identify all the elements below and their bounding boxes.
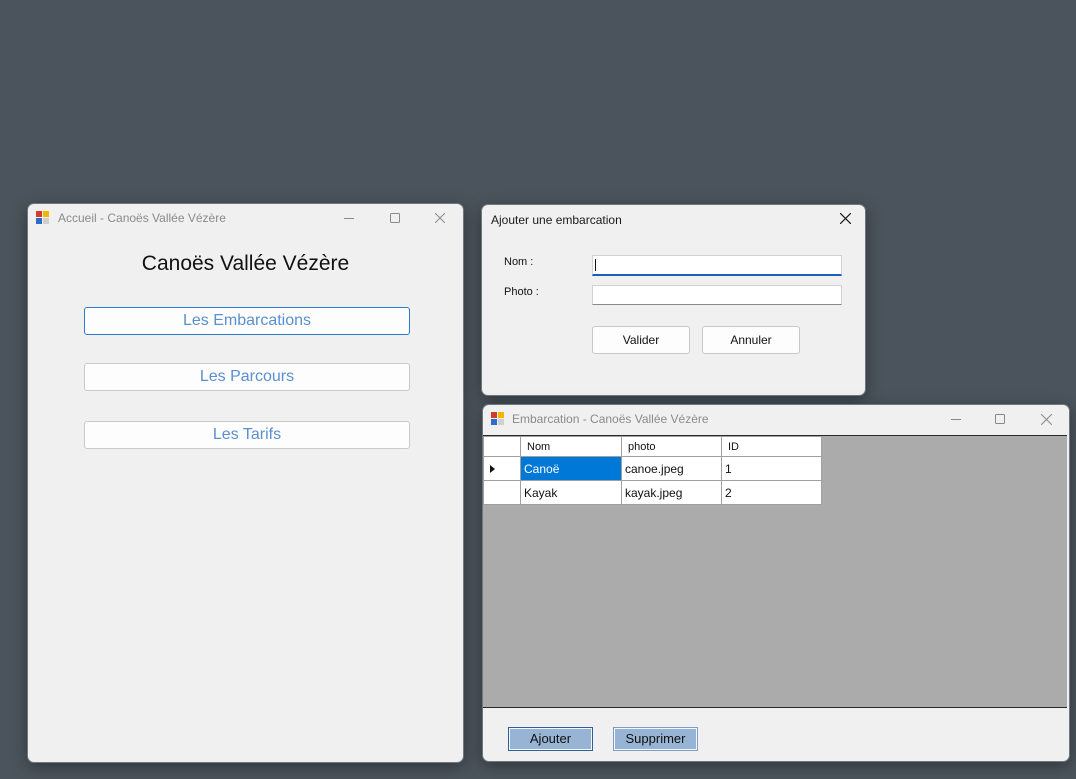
- close-icon: [840, 213, 851, 224]
- embarcations-button[interactable]: Les Embarcations: [84, 307, 410, 335]
- row-header-corner: [483, 436, 521, 457]
- minimize-icon: [344, 218, 354, 219]
- close-button[interactable]: [1023, 405, 1069, 433]
- cell-id[interactable]: 1: [721, 456, 822, 481]
- data-grid[interactable]: Nom photo ID Canoë canoe.jpeg 1 Kayak ka…: [483, 435, 1067, 708]
- app-icon: [491, 412, 505, 426]
- embarcations-table: Nom photo ID Canoë canoe.jpeg 1 Kayak ka…: [483, 436, 822, 505]
- close-icon: [435, 213, 445, 223]
- minimize-button[interactable]: [933, 405, 979, 433]
- embarcation-window: Embarcation - Canoës Vallée Vézère Nom p…: [482, 404, 1070, 762]
- close-icon: [1041, 414, 1052, 425]
- maximize-icon: [390, 213, 400, 223]
- app-icon: [36, 211, 50, 225]
- annuler-button[interactable]: Annuler: [702, 326, 800, 354]
- column-header-nom[interactable]: Nom: [520, 436, 622, 457]
- accueil-titlebar[interactable]: Accueil - Canoës Vallée Vézère: [28, 204, 463, 232]
- tarifs-button[interactable]: Les Tarifs: [84, 421, 410, 449]
- window-title: Embarcation - Canoës Vallée Vézère: [512, 412, 709, 426]
- parcours-button[interactable]: Les Parcours: [84, 363, 410, 391]
- row-header[interactable]: [483, 456, 521, 481]
- cell-nom[interactable]: Canoë: [520, 456, 622, 481]
- nom-input[interactable]: [592, 255, 842, 276]
- row-indicator-icon: [490, 464, 495, 473]
- cell-photo[interactable]: kayak.jpeg: [621, 480, 722, 505]
- nom-label: Nom :: [504, 256, 534, 268]
- valider-button[interactable]: Valider: [592, 326, 690, 354]
- row-header[interactable]: [483, 480, 521, 505]
- cell-nom[interactable]: Kayak: [520, 480, 622, 505]
- table-row[interactable]: Kayak kayak.jpeg 2: [483, 480, 822, 505]
- ajouter-titlebar[interactable]: Ajouter une embarcation: [482, 205, 865, 233]
- minimize-icon: [951, 419, 961, 420]
- table-row[interactable]: Canoë canoe.jpeg 1: [483, 456, 822, 481]
- maximize-button[interactable]: [372, 204, 418, 232]
- embarcation-titlebar[interactable]: Embarcation - Canoës Vallée Vézère: [483, 405, 1069, 433]
- close-button[interactable]: [828, 205, 864, 233]
- column-header-photo[interactable]: photo: [621, 436, 722, 457]
- ajouter-button[interactable]: Ajouter: [508, 727, 593, 751]
- desktop: { "accueil": { "title": "Accueil - Canoë…: [0, 0, 1076, 779]
- text-caret: [595, 259, 596, 271]
- ajouter-dialog: Ajouter une embarcation Nom : Photo : Va…: [481, 204, 866, 396]
- photo-label: Photo :: [504, 286, 539, 298]
- header-row: Nom photo ID: [483, 436, 822, 457]
- supprimer-button[interactable]: Supprimer: [613, 727, 698, 751]
- maximize-button[interactable]: [977, 405, 1023, 433]
- column-header-id[interactable]: ID: [721, 436, 822, 457]
- minimize-button[interactable]: [326, 204, 372, 232]
- accueil-window: Accueil - Canoës Vallée Vézère Canoës Va…: [27, 203, 464, 763]
- close-button[interactable]: [417, 204, 463, 232]
- window-title: Accueil - Canoës Vallée Vézère: [58, 211, 226, 225]
- cell-id[interactable]: 2: [721, 480, 822, 505]
- cell-photo[interactable]: canoe.jpeg: [621, 456, 722, 481]
- dialog-title: Ajouter une embarcation: [491, 213, 622, 227]
- photo-input[interactable]: [592, 285, 842, 305]
- app-heading: Canoës Vallée Vézère: [141, 252, 350, 275]
- maximize-icon: [995, 414, 1005, 424]
